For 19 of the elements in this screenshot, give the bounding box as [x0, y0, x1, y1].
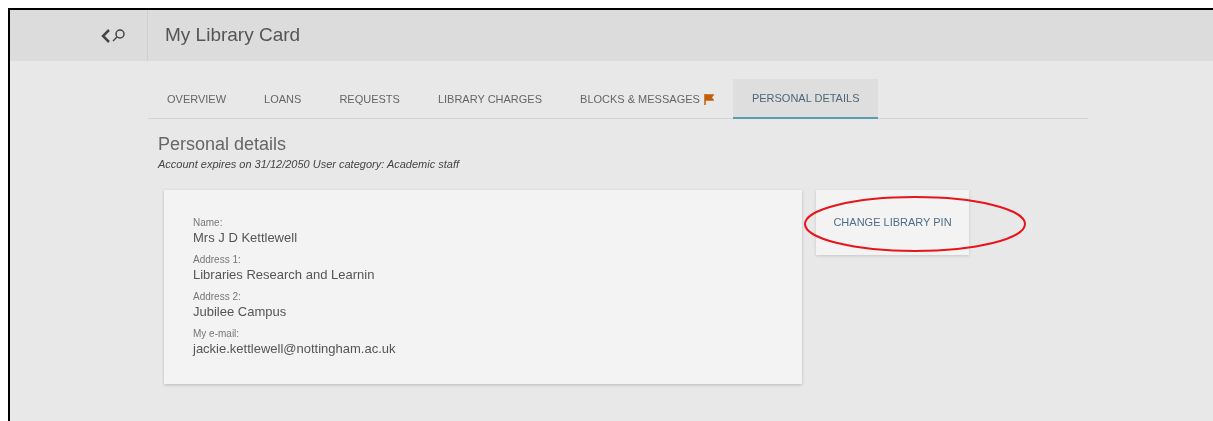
tab[interactable]: LIBRARY CHARGES: [418, 79, 562, 119]
tab[interactable]: PERSONAL DETAILS: [732, 79, 879, 119]
field-value: Mrs J D Kettlewell: [193, 229, 298, 247]
field-value: Libraries Research and Learnin: [193, 266, 375, 284]
field-label: Address 1:: [193, 253, 241, 266]
section-heading: Personal details: [158, 133, 288, 156]
field-label: Name:: [193, 216, 223, 229]
field-label: Address 2:: [193, 290, 241, 303]
change-pin-button[interactable]: CHANGE LIBRARY PIN: [816, 190, 969, 255]
page-title: My Library Card: [164, 23, 301, 48]
back-search-icon[interactable]: [101, 27, 127, 44]
tab[interactable]: BLOCKS & MESSAGES: [561, 79, 733, 119]
field-value: jackie.kettlewell@nottingham.ac.uk: [193, 340, 396, 358]
tab[interactable]: OVERVIEW: [148, 79, 246, 119]
account-info: Account expires on 31/12/2050 User category: Academic staff: [158, 156, 461, 172]
tab[interactable]: LOANS: [245, 79, 321, 119]
field-value: Jubilee Campus: [193, 303, 287, 321]
tab[interactable]: REQUESTS: [320, 79, 419, 119]
field-label: My e-mail:: [193, 327, 240, 340]
